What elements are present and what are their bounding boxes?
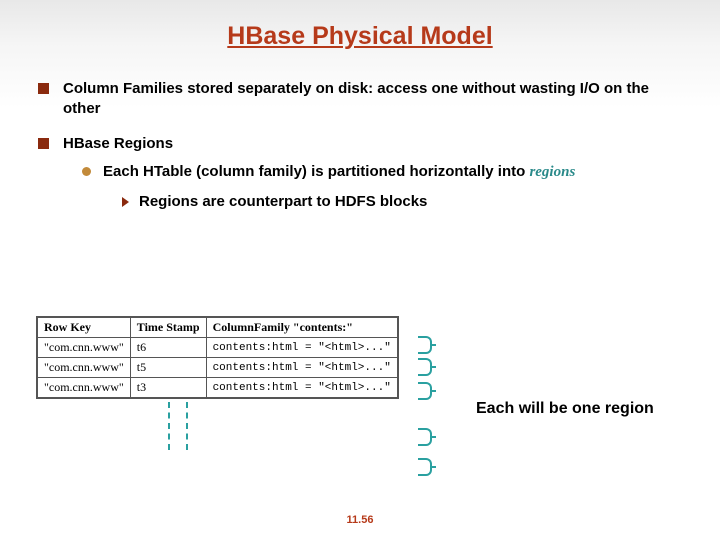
bullet-2-text: HBase Regions	[63, 134, 173, 154]
subsub-bullet-1: Regions are counterpart to HDFS blocks	[122, 192, 682, 212]
sub-bullet-1: Each HTable (column family) is partition…	[82, 162, 682, 182]
table-row: "com.cnn.www" t6 contents:html = "<html>…	[37, 338, 398, 358]
bullet-1-text: Column Families stored separately on dis…	[63, 79, 682, 120]
cell-timestamp: t3	[130, 378, 206, 399]
header-rowkey: Row Key	[37, 317, 130, 338]
cell-columnfamily: contents:html = "<html>..."	[206, 378, 398, 399]
cell-timestamp: t6	[130, 338, 206, 358]
subsub-list: Regions are counterpart to HDFS blocks	[122, 192, 682, 212]
regions-keyword: regions	[529, 164, 575, 180]
dashed-line-icon	[186, 402, 188, 450]
triangle-bullet-icon	[122, 197, 129, 207]
table-header-row: Row Key Time Stamp ColumnFamily "content…	[37, 317, 398, 338]
header-columnfamily: ColumnFamily "contents:"	[206, 317, 398, 338]
slide-number: 11.56	[347, 514, 374, 526]
header-timestamp: Time Stamp	[130, 317, 206, 338]
slide-title: HBase Physical Model	[0, 0, 720, 51]
cell-columnfamily: contents:html = "<html>..."	[206, 338, 398, 358]
bullet-2: HBase Regions	[38, 134, 682, 154]
brace-icon	[418, 382, 432, 400]
cell-columnfamily: contents:html = "<html>..."	[206, 358, 398, 378]
dashed-line-icon	[168, 402, 170, 450]
table-row: "com.cnn.www" t3 contents:html = "<html>…	[37, 378, 398, 399]
subsub-bullet-1-text: Regions are counterpart to HDFS blocks	[139, 192, 427, 212]
data-table-wrap: Row Key Time Stamp ColumnFamily "content…	[36, 316, 399, 399]
cell-rowkey: "com.cnn.www"	[37, 338, 130, 358]
region-annotation: Each will be one region	[476, 400, 654, 418]
square-bullet-icon	[38, 138, 49, 149]
cell-rowkey: "com.cnn.www"	[37, 378, 130, 399]
table-row: "com.cnn.www" t5 contents:html = "<html>…	[37, 358, 398, 378]
square-bullet-icon	[38, 83, 49, 94]
sub-bullet-1-text: Each HTable (column family) is partition…	[103, 162, 575, 182]
brace-icon	[418, 428, 432, 446]
cell-rowkey: "com.cnn.www"	[37, 358, 130, 378]
dot-bullet-icon	[82, 167, 91, 176]
bullet-1: Column Families stored separately on dis…	[38, 79, 682, 120]
regions-table: Row Key Time Stamp ColumnFamily "content…	[36, 316, 399, 399]
slide-content: Column Families stored separately on dis…	[0, 51, 720, 212]
brace-icon	[418, 336, 432, 354]
cell-timestamp: t5	[130, 358, 206, 378]
sub-bullet-pre: Each HTable (column family) is partition…	[103, 163, 529, 180]
sub-bullet-list: Each HTable (column family) is partition…	[82, 162, 682, 213]
brace-icon	[418, 458, 432, 476]
brace-icon	[418, 358, 432, 376]
